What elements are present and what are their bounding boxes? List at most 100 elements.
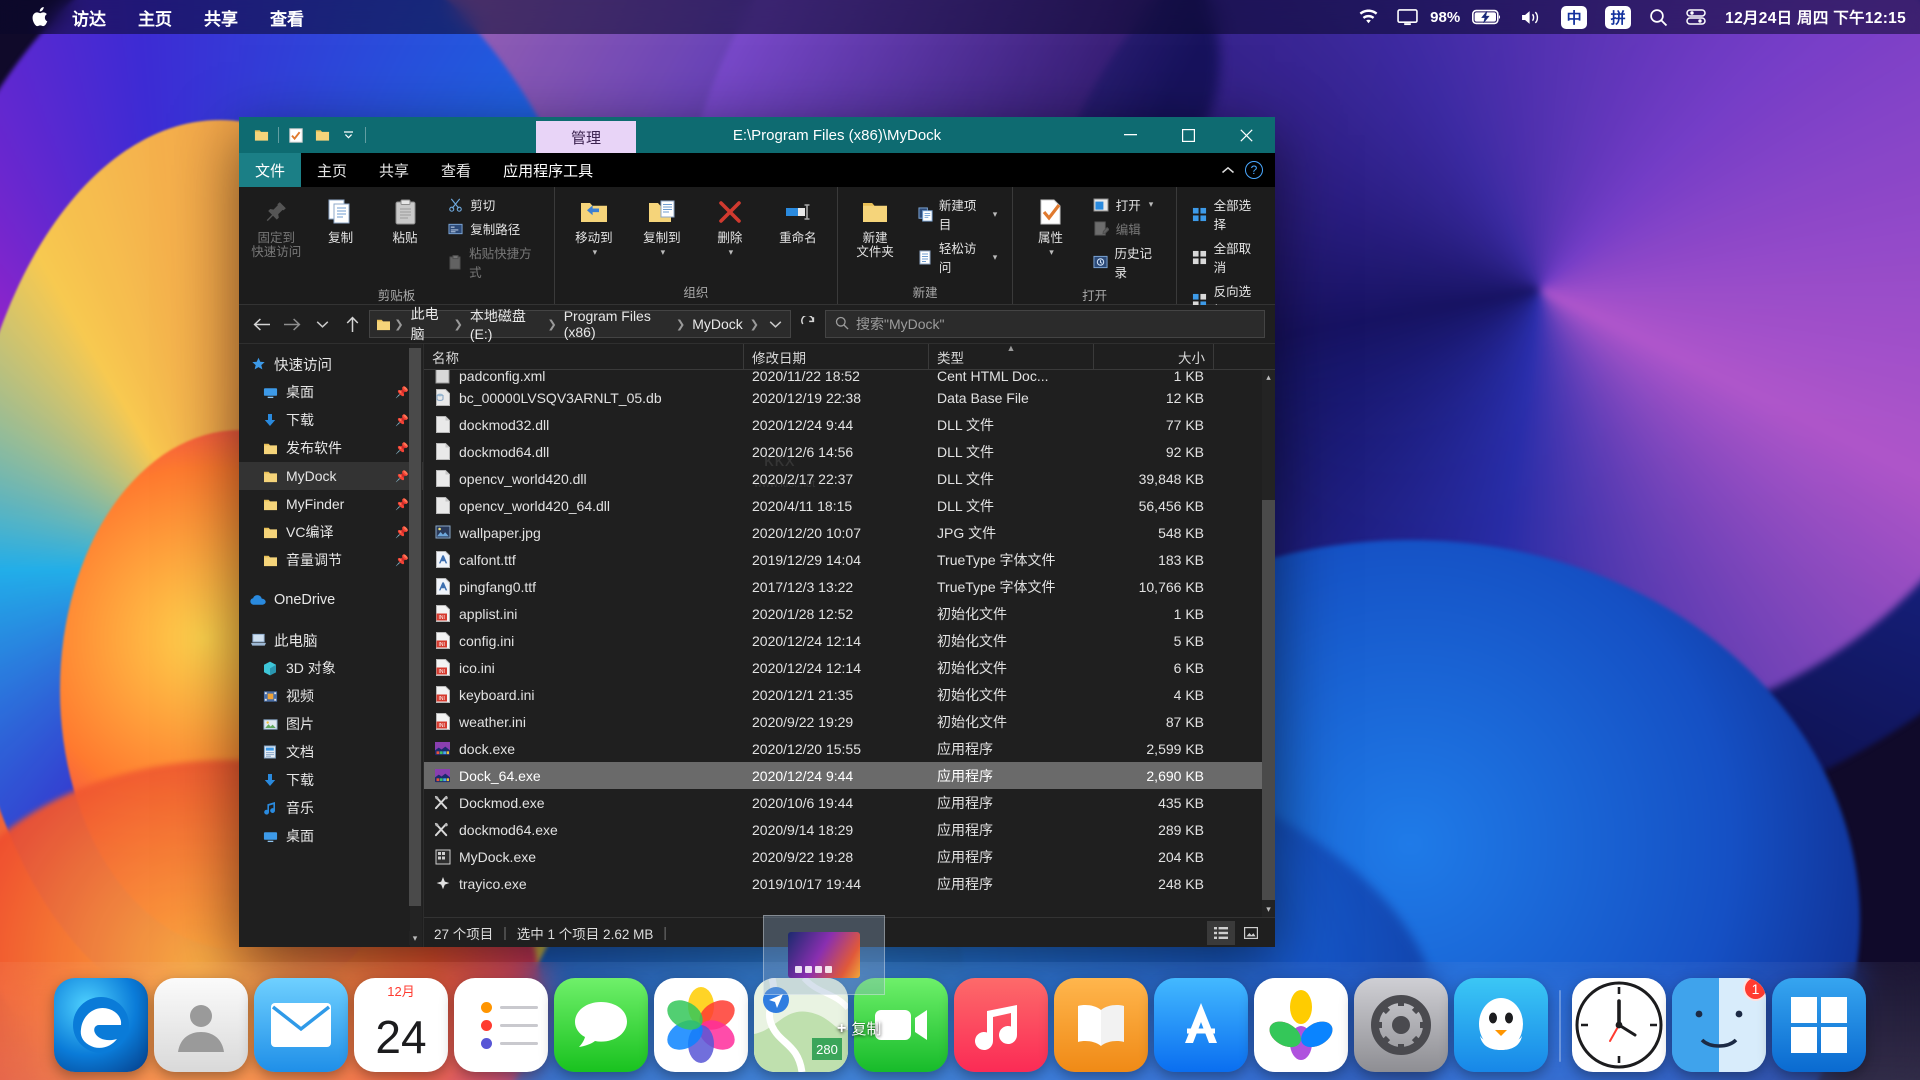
easy-access-button[interactable]: 轻松访问 ▾: [912, 236, 1002, 278]
dock-item-edge[interactable]: [54, 978, 148, 1072]
table-row[interactable]: MyDock.exe 2020/9/22 19:28 应用程序 204 KB: [424, 843, 1275, 870]
up-arrow-icon[interactable]: [339, 311, 365, 337]
table-row[interactable]: Dock_64.exe 2020/12/24 9:44 应用程序 2,690 KB: [424, 762, 1275, 789]
table-row[interactable]: dockmod64.dll 2020/12/6 14:56 DLL 文件 92 KB: [424, 438, 1275, 465]
sidebar-item-3d-objects[interactable]: 3D 对象: [239, 654, 423, 682]
back-arrow-icon[interactable]: [249, 311, 275, 337]
dock-item-messages[interactable]: [554, 978, 648, 1072]
copy-button[interactable]: 复制: [309, 191, 371, 249]
file-name-cell[interactable]: MyDock.exe: [424, 848, 744, 865]
new-folder-icon[interactable]: [310, 123, 334, 147]
table-row[interactable]: INI ico.ini 2020/12/24 12:14 初始化文件 6 KB: [424, 654, 1275, 681]
file-name-cell[interactable]: padconfig.xml: [424, 370, 744, 384]
search-input[interactable]: 搜索"MyDock": [825, 310, 1265, 338]
dock-item-qq[interactable]: [1454, 978, 1548, 1072]
dock-item-contacts[interactable]: [154, 978, 248, 1072]
contextual-tab-manage[interactable]: 管理: [536, 121, 636, 153]
column-header-type[interactable]: ▲ 类型: [929, 343, 1094, 369]
menu-item-share[interactable]: 共享: [188, 0, 254, 34]
search-icon[interactable]: [1640, 0, 1677, 34]
window-title-bar[interactable]: 管理 E:\Program Files (x86)\MyDock: [239, 117, 1275, 153]
properties-button[interactable]: 属性 ▾: [1019, 191, 1081, 262]
column-header-size[interactable]: 大小: [1094, 344, 1214, 369]
nav-scrollbar[interactable]: ▾: [409, 344, 422, 947]
ime-chinese-icon[interactable]: 中: [1552, 0, 1596, 34]
pin-icon[interactable]: 📌: [395, 470, 409, 483]
sidebar-item-this-pc[interactable]: 此电脑: [239, 626, 423, 654]
file-list-scrollbar[interactable]: ▴ ▾: [1262, 370, 1275, 917]
file-rows-container[interactable]: padconfig.xml 2020/11/22 18:52 Cent HTML D…: [424, 370, 1275, 917]
file-name-cell[interactable]: INI weather.ini: [424, 713, 744, 730]
file-name-cell[interactable]: INI ico.ini: [424, 659, 744, 676]
sidebar-item-mydock[interactable]: MyDock 📌: [239, 462, 423, 490]
chevron-down-icon[interactable]: ▾: [993, 252, 998, 263]
wifi-icon[interactable]: [1349, 0, 1388, 34]
sidebar-item-volume-control[interactable]: 音量调节 📌: [239, 546, 423, 574]
close-button[interactable]: [1217, 117, 1275, 153]
sidebar-item-desktop[interactable]: 桌面 📌: [239, 378, 423, 406]
pin-icon[interactable]: 📌: [395, 414, 409, 427]
dock-item-reminders[interactable]: [454, 978, 548, 1072]
tab-home[interactable]: 主页: [301, 153, 363, 187]
dock-item-photos-pinwheel[interactable]: [1254, 978, 1348, 1072]
table-row[interactable]: padconfig.xml 2020/11/22 18:52 Cent HTML D…: [424, 370, 1275, 384]
sidebar-item-documents[interactable]: 文档: [239, 738, 423, 766]
chevron-down-icon[interactable]: [336, 123, 360, 147]
folder-icon[interactable]: [249, 123, 273, 147]
file-name-cell[interactable]: INI applist.ini: [424, 605, 744, 622]
battery-charging-icon[interactable]: [1463, 0, 1511, 34]
file-list-scrollbar-thumb[interactable]: [1262, 500, 1275, 900]
pin-icon[interactable]: 📌: [395, 442, 409, 455]
delete-button[interactable]: 删除 ▾: [697, 191, 763, 262]
file-name-cell[interactable]: bc_00000LVSQV3ARNLT_05.db: [424, 389, 744, 406]
sidebar-item-music[interactable]: 音乐: [239, 794, 423, 822]
paste-button[interactable]: 粘贴: [374, 191, 436, 249]
menu-item-home[interactable]: 主页: [122, 0, 188, 34]
properties-icon[interactable]: [284, 123, 308, 147]
chevron-up-icon[interactable]: [1221, 163, 1235, 178]
new-folder-button[interactable]: 新建 文件夹: [844, 191, 906, 264]
dock-item-books[interactable]: [1054, 978, 1148, 1072]
table-row[interactable]: INI config.ini 2020/12/24 12:14 初始化文件 5 KB: [424, 627, 1275, 654]
nav-scroll-down-icon[interactable]: ▾: [409, 931, 421, 945]
sidebar-item-downloads[interactable]: 下载 📌: [239, 406, 423, 434]
details-view-icon[interactable]: [1207, 920, 1235, 945]
help-icon[interactable]: ?: [1245, 161, 1263, 179]
table-row[interactable]: opencv_world420.dll 2020/2/17 22:37 DLL 文件…: [424, 465, 1275, 492]
table-row[interactable]: opencv_world420_64.dll 2020/4/11 18:15 DLL…: [424, 492, 1275, 519]
dock-item-calendar[interactable]: 12月 24: [354, 978, 448, 1072]
pin-icon[interactable]: 📌: [395, 386, 409, 399]
file-name-cell[interactable]: dockmod32.dll: [424, 416, 744, 433]
refresh-icon[interactable]: [795, 311, 821, 337]
recent-locations-icon[interactable]: [309, 311, 335, 337]
select-all-button[interactable]: 全部选择: [1187, 193, 1265, 235]
pin-icon[interactable]: 📌: [395, 554, 409, 567]
sidebar-item-desktop-pc[interactable]: 桌面: [239, 822, 423, 850]
volume-icon[interactable]: [1511, 0, 1552, 34]
table-row[interactable]: dockmod64.exe 2020/9/14 18:29 应用程序 289 KB: [424, 816, 1275, 843]
dock-item-clock[interactable]: [1572, 978, 1666, 1072]
pin-icon[interactable]: 📌: [395, 498, 409, 511]
chevron-down-icon[interactable]: ▾: [729, 247, 734, 258]
column-header-date[interactable]: 修改日期: [744, 344, 929, 369]
dock-item-music[interactable]: [954, 978, 1048, 1072]
control-center-icon[interactable]: [1677, 0, 1715, 34]
breadcrumb-program-files[interactable]: Program Files (x86): [560, 308, 673, 340]
file-name-cell[interactable]: dockmod64.dll: [424, 443, 744, 460]
select-none-button[interactable]: 全部取消: [1187, 236, 1265, 278]
file-name-cell[interactable]: dockmod64.exe: [424, 821, 744, 838]
menu-item-finder[interactable]: 访达: [56, 0, 122, 34]
sidebar-item-downloads-pc[interactable]: 下载: [239, 766, 423, 794]
dock-item-finder[interactable]: 1: [1672, 978, 1766, 1072]
dock-item-photos[interactable]: [654, 978, 748, 1072]
breadcrumb-this-pc[interactable]: 此电脑: [407, 304, 451, 344]
dock-item-mail[interactable]: [254, 978, 348, 1072]
table-row[interactable]: calfont.ttf 2019/12/29 14:04 TrueType 字体文件…: [424, 546, 1275, 573]
table-row[interactable]: bc_00000LVSQV3ARNLT_05.db 2020/12/19 22:3…: [424, 384, 1275, 411]
sidebar-item-published-software[interactable]: 发布软件 📌: [239, 434, 423, 462]
cut-button[interactable]: 剪切: [442, 193, 544, 216]
minimize-button[interactable]: [1101, 117, 1159, 153]
new-item-button[interactable]: 新建项目 ▾: [912, 193, 1002, 235]
open-button[interactable]: 打开 ▾: [1088, 193, 1166, 216]
forward-arrow-icon[interactable]: [279, 311, 305, 337]
